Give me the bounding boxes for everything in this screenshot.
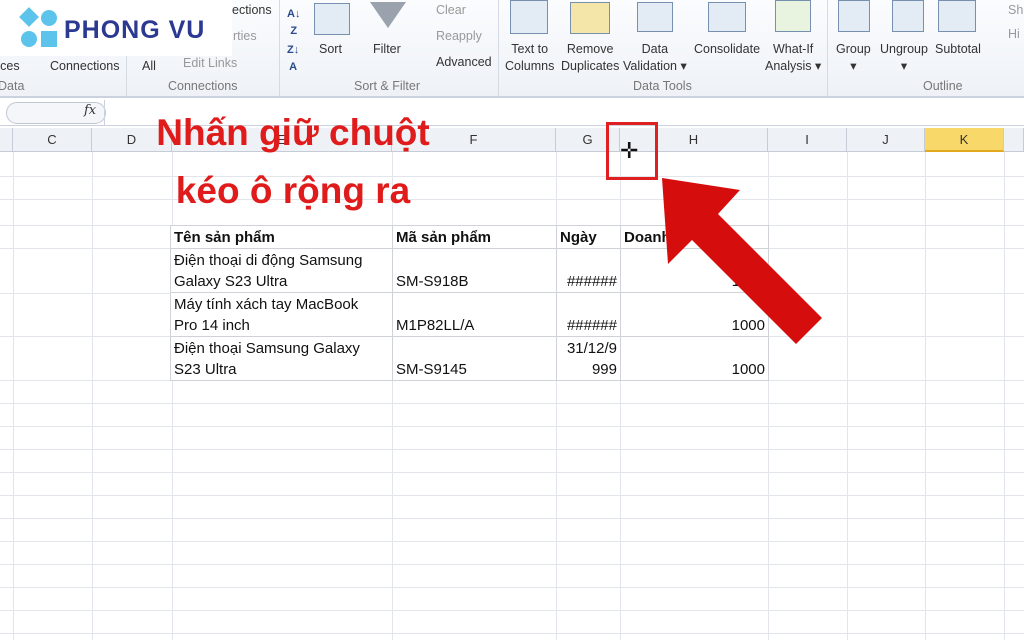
cell-product-name[interactable]: Điện thoại di động Samsung Galaxy S23 Ult… — [170, 248, 393, 293]
column-header-k-selected[interactable]: K — [925, 128, 1004, 152]
hide-detail-button[interactable]: Hi — [1008, 26, 1020, 43]
table-header-row: Tên sản phẩm Mã sản phẩm Ngày Doanh số — [170, 225, 769, 249]
remove-duplicates-button[interactable]: Remove Duplicates — [561, 41, 619, 75]
group-label-outline: Outline — [923, 79, 963, 93]
cell-product-name[interactable]: Máy tính xách tay MacBook Pro 14 inch — [170, 292, 393, 337]
cell-product-code[interactable]: SM-S9145 — [392, 336, 557, 381]
reapply-button[interactable]: Reapply — [436, 28, 482, 45]
column-header-c[interactable]: C — [13, 128, 92, 152]
clear-button[interactable]: Clear — [436, 2, 466, 19]
filter-funnel-icon — [370, 2, 406, 28]
consolidate-button[interactable]: Consolidate — [694, 41, 760, 58]
table-row: Điện thoại Samsung Galaxy S23 Ultra SM-S9… — [170, 336, 769, 381]
header-product-name[interactable]: Tên sản phẩm — [170, 225, 393, 249]
annotation-line-1: Nhấn giữ chuột — [156, 112, 430, 153]
group-button[interactable]: Group ▾ — [836, 41, 871, 75]
resize-cursor-icon[interactable]: ✛ — [620, 138, 638, 164]
subtotal-button[interactable]: Subtotal — [935, 41, 981, 58]
group-label-data-tools: Data Tools — [633, 79, 692, 93]
subtotal-icon — [938, 0, 976, 32]
sort-button[interactable]: Sort — [319, 41, 342, 58]
data-validation-icon — [637, 2, 673, 32]
sort-za-icon[interactable]: Z↓ A — [287, 42, 299, 76]
edit-links-button[interactable]: Edit Links — [183, 55, 237, 72]
sort-az-icon[interactable]: A↓ Z — [287, 6, 300, 40]
group-label-sort-filter: Sort & Filter — [354, 79, 420, 93]
column-header-j[interactable]: J — [847, 128, 925, 152]
remove-duplicates-icon — [570, 2, 610, 34]
group-label-connections: Connections — [168, 79, 238, 93]
column-header-i[interactable]: I — [768, 128, 847, 152]
what-if-analysis-button[interactable]: What-If Analysis ▾ — [765, 41, 821, 75]
header-sales[interactable]: Doanh số — [620, 225, 769, 249]
sort-dialog-icon[interactable] — [314, 3, 350, 35]
cell-product-code[interactable]: SM-S918B — [392, 248, 557, 293]
cell-date[interactable]: ###### — [556, 248, 621, 293]
fx-icon[interactable]: fx — [84, 103, 96, 118]
group-icon — [838, 0, 870, 32]
product-table: Tên sản phẩm Mã sản phẩm Ngày Doanh số Đ… — [170, 225, 769, 381]
phong-vu-logo: PHONG VU — [0, 0, 232, 56]
cell-date[interactable]: 31/12/9 999 — [556, 336, 621, 381]
table-row: Điện thoại di động Samsung Galaxy S23 Ult… — [170, 248, 769, 293]
cell-sales[interactable]: 1000 — [620, 248, 769, 293]
select-all-corner[interactable] — [0, 128, 13, 152]
what-if-icon — [775, 0, 811, 32]
filter-button[interactable]: Filter — [373, 41, 401, 58]
ungroup-icon — [892, 0, 924, 32]
text-to-columns-button[interactable]: Text to Columns — [505, 41, 554, 75]
annotation-line-2: kéo ô rộng ra — [175, 170, 411, 211]
consolidate-icon — [708, 2, 746, 32]
data-validation-button[interactable]: Data Validation ▾ — [623, 41, 687, 75]
header-product-code[interactable]: Mã sản phẩm — [392, 225, 557, 249]
column-header-l[interactable] — [1004, 128, 1024, 152]
properties-button[interactable]: rties — [233, 28, 257, 45]
cell-sales[interactable]: 1000 — [620, 292, 769, 337]
logo-text: PHONG VU — [64, 16, 206, 44]
table-row: Máy tính xách tay MacBook Pro 14 inch M1P… — [170, 292, 769, 337]
cell-product-name[interactable]: Điện thoại Samsung Galaxy S23 Ultra — [170, 336, 393, 381]
connections-small-button[interactable]: ections — [232, 2, 272, 19]
instruction-annotation: Nhấn giữ chuột kéo ô rộng ra — [128, 104, 458, 220]
ungroup-button[interactable]: Ungroup ▾ — [880, 41, 928, 75]
cell-sales[interactable]: 1000 — [620, 336, 769, 381]
text-to-columns-icon — [510, 0, 548, 34]
group-label-data: Data — [0, 79, 25, 93]
cell-date[interactable]: ###### — [556, 292, 621, 337]
header-date[interactable]: Ngày — [556, 225, 621, 249]
refresh-all-button[interactable]: All — [142, 58, 156, 75]
show-detail-button[interactable]: Sh — [1008, 2, 1023, 19]
advanced-button[interactable]: Advanced — [436, 54, 492, 71]
cell-product-code[interactable]: M1P82LL/A — [392, 292, 557, 337]
